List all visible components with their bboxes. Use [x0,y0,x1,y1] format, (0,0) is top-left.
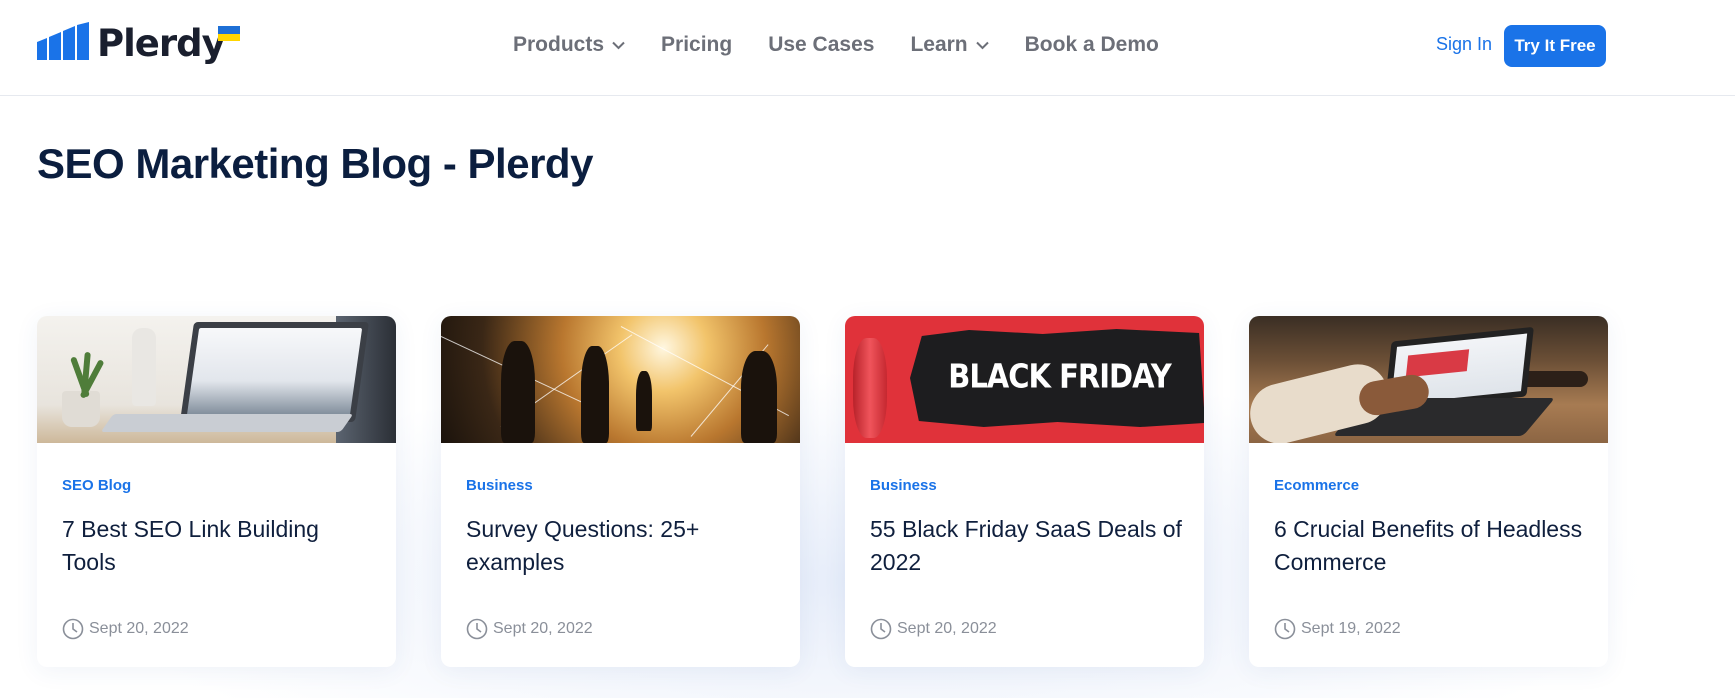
card-date: Sept 20, 2022 [62,618,189,640]
clock-icon [1274,618,1296,640]
sign-in-link[interactable]: Sign In [1436,34,1492,55]
nav-book-demo-label: Book a Demo [1024,33,1159,56]
nav-use-cases[interactable]: Use Cases [768,33,874,57]
card-date: Sept 19, 2022 [1274,618,1401,640]
card-thumbnail-image[interactable]: BLACK FRIDAY [845,316,1204,443]
plerdy-logo-icon [37,22,89,60]
card-title-link[interactable]: Survey Questions: 25+ examples [466,513,781,579]
blog-card-list: SEO Blog 7 Best SEO Link Building Tools … [37,316,1608,667]
blog-card[interactable]: BLACK FRIDAY Business 55 Black Friday Sa… [845,316,1204,667]
clock-icon [870,618,892,640]
clock-icon [62,618,84,640]
nav-pricing-label: Pricing [661,33,733,56]
card-thumbnail-image[interactable] [37,316,396,443]
site-header: Plerdy Products Pricing Use Cases Learn … [0,0,1735,96]
card-category-link[interactable]: SEO Blog [62,477,131,494]
chevron-down-icon [612,41,625,49]
page-title: SEO Marketing Blog - Plerdy [37,140,593,187]
nav-use-cases-label: Use Cases [768,33,875,56]
clock-icon [466,618,488,640]
card-date-text: Sept 20, 2022 [897,620,997,637]
card-date-text: Sept 19, 2022 [1301,620,1401,637]
blog-card[interactable]: Business Survey Questions: 25+ examples … [441,316,800,667]
blog-card[interactable]: SEO Blog 7 Best SEO Link Building Tools … [37,316,396,667]
card-date-text: Sept 20, 2022 [493,620,593,637]
chevron-down-icon [975,41,989,49]
nav-learn[interactable]: Learn [910,33,989,57]
card-date: Sept 20, 2022 [466,618,593,640]
nav-pricing[interactable]: Pricing [661,33,732,57]
try-it-free-button[interactable]: Try It Free [1504,25,1606,67]
nav-products-label: Products [513,33,605,56]
main-nav: Products Pricing Use Cases Learn Book a … [513,33,1195,57]
card-title-link[interactable]: 55 Black Friday SaaS Deals of 2022 [870,513,1185,579]
card-title-link[interactable]: 6 Crucial Benefits of Headless Commerce [1274,513,1589,579]
logo[interactable]: Plerdy [37,21,226,65]
ukraine-flag-icon [218,26,240,41]
nav-learn-label: Learn [910,33,968,56]
card-category-link[interactable]: Business [870,477,937,494]
card-thumbnail-image[interactable] [441,316,800,443]
card-date-text: Sept 20, 2022 [89,620,189,637]
blog-card[interactable]: Ecommerce 6 Crucial Benefits of Headless… [1249,316,1608,667]
card-thumbnail-image[interactable] [1249,316,1608,443]
card-title-link[interactable]: 7 Best SEO Link Building Tools [62,513,377,579]
card-category-link[interactable]: Business [466,477,533,494]
card-category-link[interactable]: Ecommerce [1274,477,1359,494]
nav-book-demo[interactable]: Book a Demo [1025,33,1159,57]
logo-text: Plerdy [97,21,226,65]
card-date: Sept 20, 2022 [870,618,997,640]
nav-products[interactable]: Products [513,33,625,57]
black-friday-image-text: BLACK FRIDAY [948,356,1172,396]
